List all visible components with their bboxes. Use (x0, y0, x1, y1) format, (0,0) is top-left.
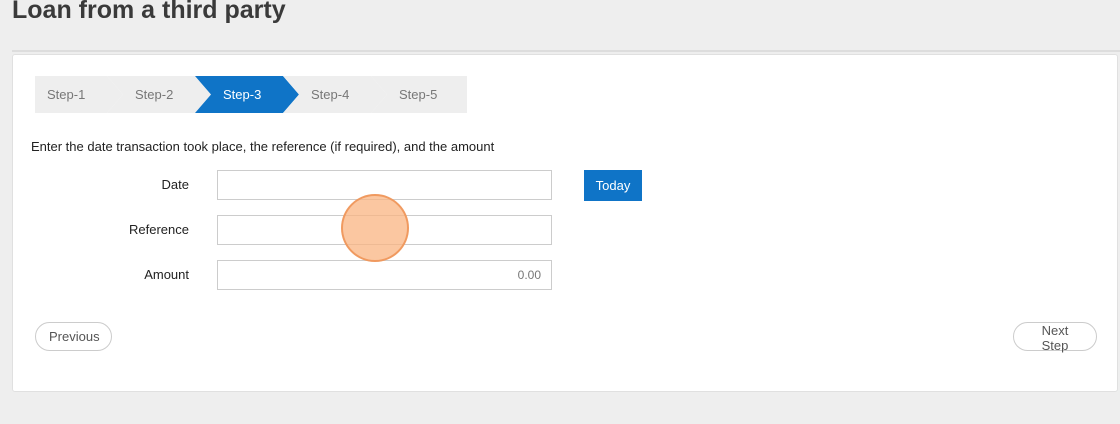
header-divider (12, 50, 1120, 52)
reference-label: Reference (129, 222, 189, 237)
amount-label: Amount (144, 267, 189, 282)
amount-input[interactable] (217, 260, 552, 290)
step-1-tab[interactable]: Step-1 (35, 76, 123, 113)
date-input[interactable] (217, 170, 552, 200)
page-title: Loan from a third party (12, 0, 286, 24)
form-instruction: Enter the date transaction took place, t… (31, 139, 495, 154)
date-label: Date (161, 177, 189, 192)
next-step-button[interactable]: Next Step (1013, 322, 1097, 353)
reference-input[interactable] (217, 215, 552, 245)
wizard-panel: Step-1 Step-2 Step-3 Step-4 Step-5 Enter… (12, 54, 1118, 392)
step-wizard: Step-1 Step-2 Step-3 Step-4 Step-5 (35, 76, 467, 113)
previous-button[interactable]: Previous (35, 322, 112, 351)
today-button[interactable]: Today (584, 170, 642, 201)
